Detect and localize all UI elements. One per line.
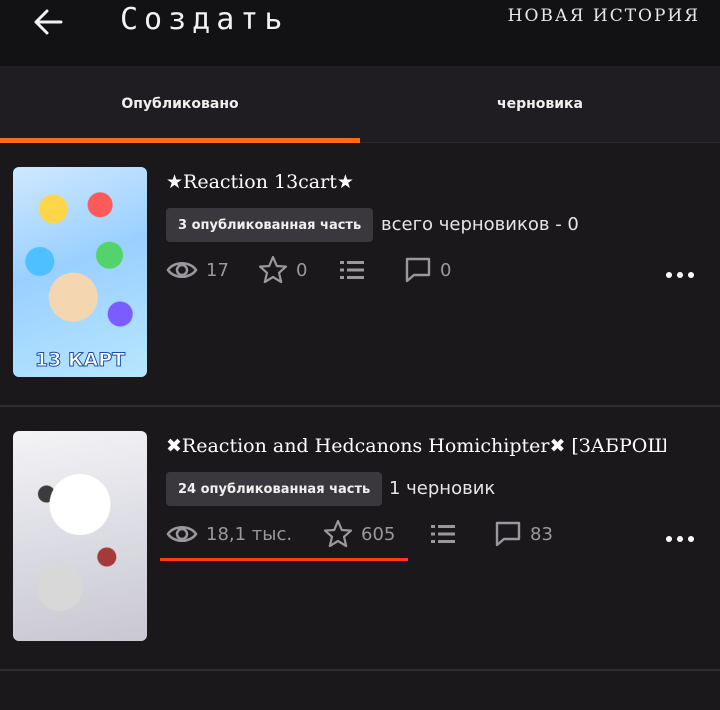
eye-icon: [166, 526, 198, 542]
parts-list-stat: [430, 517, 456, 551]
comments-count: 83: [530, 523, 553, 545]
comment-icon: [405, 257, 431, 283]
top-bar: Создать НОВАЯ ИСТОРИЯ: [0, 0, 720, 66]
more-icon[interactable]: [662, 260, 698, 290]
more-icon[interactable]: [662, 524, 698, 554]
comments-stat: 83: [494, 517, 553, 551]
votes-stat: 0: [258, 253, 307, 287]
views-count: 18,1 тыс.: [206, 523, 293, 545]
comment-icon: [495, 521, 521, 547]
cover-caption: 13 КАРТ: [34, 349, 126, 372]
drafts-count: всего черновиков - 0: [381, 214, 579, 235]
page-title: Создать: [120, 2, 289, 37]
comments-count: 0: [440, 259, 452, 281]
stats-highlight-underline: [160, 558, 408, 561]
story-card[interactable]: 13 КАРТ ★Reaction 13cart★ 3 опубликованн…: [0, 143, 720, 407]
published-parts-badge: 3 опубликованная часть: [166, 208, 374, 242]
back-arrow-icon[interactable]: [30, 6, 66, 38]
views-stat: 18,1 тыс.: [166, 517, 292, 551]
list-icon[interactable]: [430, 523, 456, 545]
story-card[interactable]: ✖Reaction and Hedcanons Homichipter✖ [ЗА…: [0, 407, 720, 671]
drafts-count: 1 черновик: [389, 478, 496, 499]
story-cover[interactable]: [13, 431, 147, 641]
views-count: 17: [206, 259, 229, 281]
views-stat: 17: [166, 253, 229, 287]
votes-count: 605: [361, 523, 396, 545]
story-cover[interactable]: 13 КАРТ: [13, 167, 147, 377]
comments-stat: 0: [404, 253, 451, 287]
list-icon[interactable]: [339, 259, 365, 281]
new-story-button[interactable]: НОВАЯ ИСТОРИЯ: [508, 6, 700, 26]
star-icon: [323, 519, 353, 548]
parts-list-stat: [339, 253, 365, 287]
tab-published[interactable]: Опубликовано: [0, 66, 360, 143]
votes-count: 0: [296, 259, 308, 281]
story-title[interactable]: ★Reaction 13cart★: [166, 171, 666, 193]
published-parts-badge: 24 опубликованная часть: [166, 472, 383, 506]
story-title[interactable]: ✖Reaction and Hedcanons Homichipter✖ [ЗА…: [166, 435, 666, 457]
star-icon: [258, 255, 288, 284]
tab-bar: Опубликовано черновика: [0, 66, 720, 143]
eye-icon: [166, 262, 198, 278]
tab-drafts[interactable]: черновика: [360, 66, 720, 142]
votes-stat: 605: [323, 517, 395, 551]
